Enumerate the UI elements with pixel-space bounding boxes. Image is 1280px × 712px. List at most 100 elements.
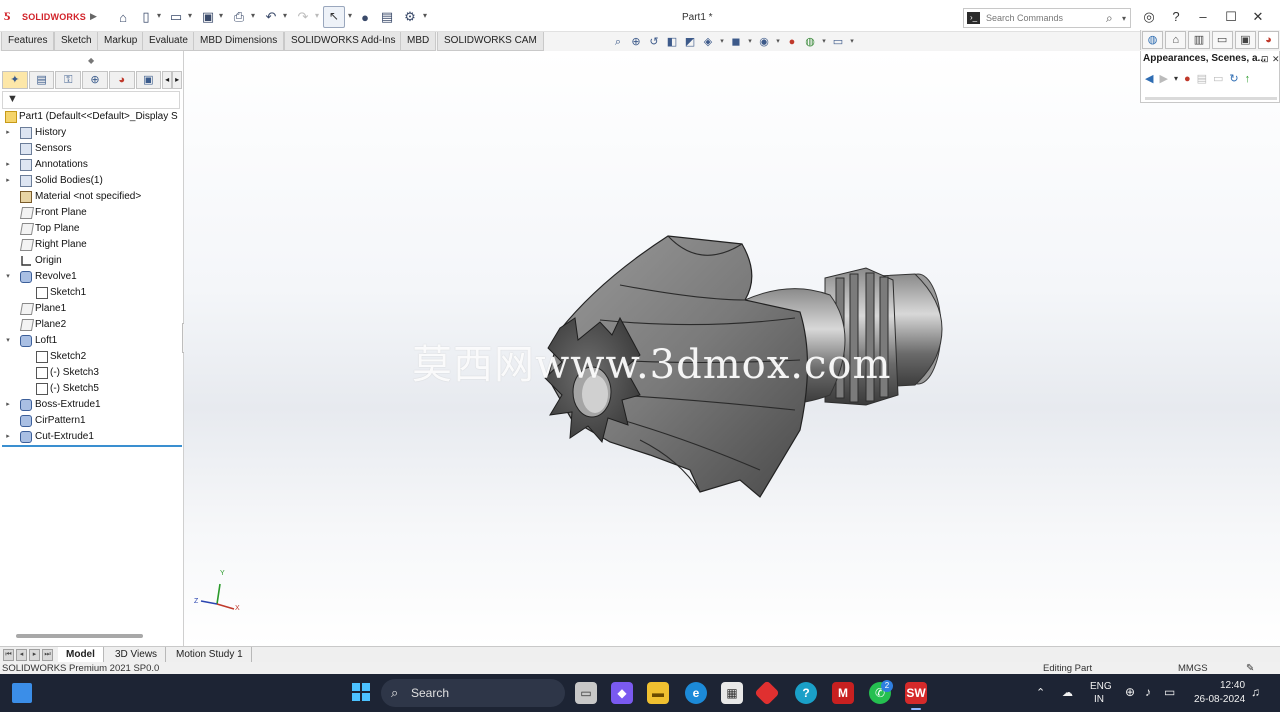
tabs-scroll-right-icon[interactable]: ▸	[172, 71, 183, 89]
tree-item-top-plane[interactable]: Top Plane	[0, 221, 184, 237]
dynamic-annotation-icon[interactable]: ◩	[683, 35, 697, 49]
chevron-down-icon[interactable]: ▾	[315, 11, 319, 20]
collapse-arrow-icon[interactable]: ▾	[4, 269, 12, 285]
tab-3d-views[interactable]: 3D Views	[107, 647, 167, 663]
language-indicator-top[interactable]: ENG	[1090, 681, 1112, 692]
select-tool-button[interactable]: ↖	[323, 6, 345, 28]
chevron-down-icon[interactable]: ▾	[1122, 14, 1126, 23]
solidworks-taskbar-icon[interactable]: SW	[905, 682, 927, 704]
chevron-down-icon[interactable]: ▾	[775, 35, 781, 49]
maximize-button[interactable]: ☐	[1220, 8, 1242, 26]
tab-mbd[interactable]: MBD	[400, 32, 437, 51]
view-orientation-icon[interactable]: ◈	[701, 35, 715, 49]
tree-item-boss-extrude1[interactable]: ▸ Boss-Extrude1	[0, 397, 184, 413]
solidworks-logo[interactable]: ƽ SOLIDWORKS	[4, 8, 86, 26]
task-pane-scrollbar[interactable]	[1145, 97, 1277, 100]
tree-item-material[interactable]: Material <not specified>	[0, 189, 184, 205]
pin-icon[interactable]: ⊡	[1261, 54, 1269, 65]
zoom-to-fit-icon[interactable]: ⌕	[611, 35, 625, 49]
refresh-icon[interactable]: ↻	[1229, 71, 1238, 87]
tree-item-history[interactable]: ▸ History	[0, 125, 184, 141]
tab-solidworks-cam[interactable]: SOLIDWORKS CAM	[437, 32, 544, 51]
next-tab-icon[interactable]: ▸	[29, 649, 40, 661]
microsoft-store-icon[interactable]: ▦	[721, 682, 743, 704]
displaymanager-tab-icon[interactable]: ◕	[108, 71, 135, 89]
tree-item-cut-extrude1[interactable]: ▸ Cut-Extrude1	[0, 429, 184, 445]
chevron-down-icon[interactable]: ▾	[423, 11, 427, 20]
expand-arrow-icon[interactable]: ▸	[4, 397, 12, 413]
volume-icon[interactable]: ♪	[1145, 685, 1151, 699]
propertymanager-tab-icon[interactable]: ▤	[28, 71, 55, 89]
open-folder-icon[interactable]: ▭	[168, 8, 184, 26]
anydesk-icon[interactable]	[754, 680, 780, 706]
chevron-down-icon[interactable]: ▾	[219, 11, 223, 20]
file-explorer-icon[interactable]: ▭	[1211, 31, 1233, 49]
view-settings-icon[interactable]: ▭	[831, 35, 845, 49]
appearance-ball-icon[interactable]: ●	[1184, 71, 1191, 87]
tree-item-front-plane[interactable]: Front Plane	[0, 205, 184, 221]
cam-tab-icon[interactable]: ▣	[135, 71, 162, 89]
dimxpertmanager-tab-icon[interactable]: ⊕	[82, 71, 108, 89]
help-app-icon[interactable]: ?	[795, 682, 817, 704]
menu-expand-icon[interactable]: ▶	[90, 11, 97, 22]
tree-item-part1[interactable]: Part1 (Default<<Default>_Display S	[0, 109, 184, 125]
battery-icon[interactable]: ▭	[1164, 685, 1175, 699]
chevron-down-icon[interactable]: ▾	[719, 35, 725, 49]
back-icon[interactable]: ◀	[1145, 71, 1153, 87]
tree-item-revolve1[interactable]: ▾ Revolve1	[0, 269, 184, 285]
mcafee-icon[interactable]: M	[832, 682, 854, 704]
comment-icon[interactable]: ✎	[1246, 663, 1254, 674]
chevron-down-icon[interactable]: ▾	[157, 11, 161, 20]
tree-item-sketch2[interactable]: Sketch2	[0, 349, 184, 365]
display-style-icon[interactable]: ◼	[729, 35, 743, 49]
tree-filter-field[interactable]: ▼	[2, 91, 180, 109]
tab-markup[interactable]: Markup	[97, 32, 145, 51]
tab-evaluate[interactable]: Evaluate	[142, 32, 195, 51]
expand-arrow-icon[interactable]: ▸	[4, 429, 12, 445]
copilot-icon[interactable]: ◆	[611, 682, 633, 704]
user-account-icon[interactable]: ◎	[1138, 8, 1160, 26]
tree-item-sketch5[interactable]: (-) Sketch5	[0, 381, 184, 397]
design-library-icon[interactable]: ▥	[1188, 31, 1210, 49]
up-arrow-icon[interactable]: ↑	[1245, 71, 1251, 87]
tree-item-solid-bodies[interactable]: ▸ Solid Bodies(1)	[0, 173, 184, 189]
hide-show-items-icon[interactable]: ◉	[757, 35, 771, 49]
tree-item-loft1[interactable]: ▾ Loft1	[0, 333, 184, 349]
collapse-panel-icon[interactable]: ◆	[88, 56, 94, 65]
appearances-icon[interactable]: ◕	[1257, 31, 1280, 49]
home-icon[interactable]: ⌂	[116, 8, 130, 26]
unit-system-selector[interactable]: MMGS	[1178, 663, 1208, 674]
expand-arrow-icon[interactable]: ▸	[4, 173, 12, 189]
chevron-up-icon[interactable]: ⌃	[1036, 686, 1045, 699]
featuremanager-tab-icon[interactable]: ✦	[2, 71, 28, 89]
network-icon[interactable]: ⊕	[1125, 685, 1135, 699]
file-explorer-icon[interactable]: ▬	[647, 682, 669, 704]
taskbar-search-box[interactable]: ⌕ Search	[381, 679, 565, 707]
language-indicator-bottom[interactable]: IN	[1094, 694, 1104, 705]
home-icon[interactable]: ⌂	[1165, 31, 1187, 49]
tree-item-origin[interactable]: Origin	[0, 253, 184, 269]
tree-item-sketch1[interactable]: Sketch1	[0, 285, 184, 301]
zoom-to-area-icon[interactable]: ⊕	[629, 35, 643, 49]
tree-item-plane1[interactable]: Plane1	[0, 301, 184, 317]
options-gear-icon[interactable]: ⚙	[402, 8, 418, 26]
file-properties-icon[interactable]: ▤	[380, 8, 394, 26]
tree-item-plane2[interactable]: Plane2	[0, 317, 184, 333]
undo-icon[interactable]: ↶	[264, 8, 278, 26]
expand-arrow-icon[interactable]: ▸	[4, 157, 12, 173]
print-icon[interactable]: ⎙	[232, 8, 246, 26]
horizontal-scrollbar[interactable]	[16, 634, 143, 638]
tab-features[interactable]: Features	[1, 32, 55, 51]
solidworks-resources-icon[interactable]: ◍	[1142, 31, 1164, 49]
tree-item-annotations[interactable]: ▸ Annotations	[0, 157, 184, 173]
view-palette-icon[interactable]: ▣	[1234, 31, 1256, 49]
tabs-scroll-left-icon[interactable]: ◂	[162, 71, 173, 89]
edit-appearance-icon[interactable]: ●	[785, 35, 799, 49]
cloud-icon[interactable]: ☁	[1062, 686, 1073, 699]
graphics-area[interactable]: 莫西网www.3dmox.com	[184, 51, 1280, 646]
tab-model[interactable]: Model	[58, 647, 104, 663]
search-icon[interactable]: ⌕	[1106, 11, 1113, 26]
tab-solidworks-add-ins[interactable]: SOLIDWORKS Add-Ins	[284, 32, 403, 51]
tree-item-sensors[interactable]: Sensors	[0, 141, 184, 157]
expand-arrow-icon[interactable]: ▸	[4, 125, 12, 141]
